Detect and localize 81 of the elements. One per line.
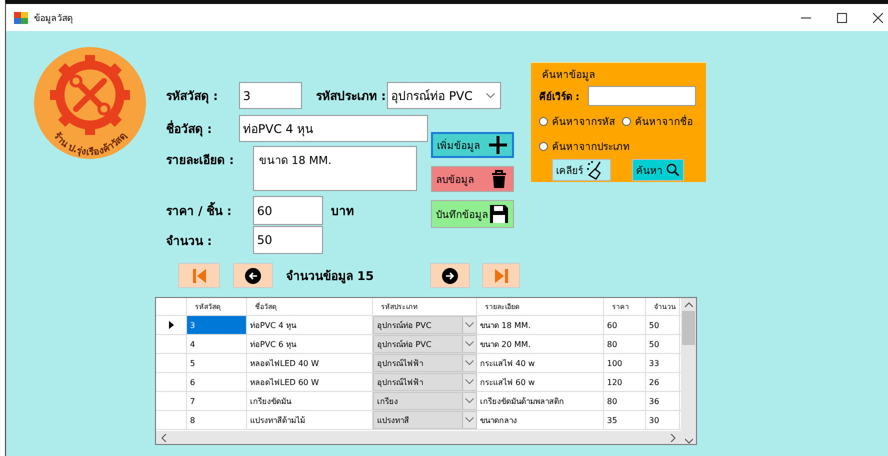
dropdown-cell[interactable]: แปรงทาสี [373, 411, 477, 429]
chevron-down-icon [465, 398, 474, 404]
field-label: คีย์เวิร์ด : [539, 90, 580, 104]
trash-icon [489, 169, 509, 189]
clear-button[interactable]: เคลียร์ [552, 159, 611, 181]
table-cell: 35 [604, 411, 646, 429]
input-field[interactable]: 50 [253, 226, 323, 254]
arrow-right-icon [442, 268, 458, 284]
arrow-left-icon [245, 268, 261, 284]
group-title: ค้นหาข้อมูล [541, 68, 596, 82]
close-icon[interactable] [873, 12, 883, 22]
table-cell: 80 [604, 335, 646, 353]
field-label: รายละเอียด : [166, 152, 235, 169]
table-cell: 100 [604, 354, 646, 372]
table-cell: ขนาด 20 MM. [477, 335, 604, 353]
chevron-down-icon [465, 341, 474, 347]
input-field[interactable]: 3 [239, 82, 302, 109]
add-button[interactable]: เพิ่มข้อมูล [431, 132, 514, 158]
chevron-down-icon [465, 417, 474, 423]
table-cell: 80 [604, 392, 646, 410]
table-cell: 60 [604, 316, 646, 334]
scroll-down-icon[interactable] [684, 438, 692, 444]
chevron-down-icon [465, 322, 474, 328]
chevron-down-icon [465, 379, 474, 385]
table-cell: 4 [187, 335, 247, 353]
plus-icon [488, 135, 508, 155]
table-cell: 5 [187, 354, 247, 372]
horizontal-scrollbar[interactable] [156, 431, 681, 444]
window-title: ข้อมูลวัสดุ [34, 12, 73, 24]
app-icon [14, 12, 28, 24]
table-cell: 50 [646, 316, 680, 334]
field-label: จำนวน : [166, 232, 213, 250]
table-cell: ขนาด 18 MM. [477, 316, 604, 334]
field-label: ชื่อวัสดุ : [166, 119, 213, 138]
input-field[interactable]: ขนาด 18 MM. [253, 146, 417, 191]
scrollbar-thumb[interactable] [682, 311, 695, 345]
first-record-icon [192, 268, 206, 282]
field-label: ราคา / ชิ้น : [166, 201, 253, 220]
radio-option[interactable]: ค้นหาจากชื่อ [622, 114, 693, 129]
input-field[interactable]: 60 [253, 196, 323, 225]
table-cell: 8 [187, 411, 247, 429]
delete-button[interactable]: ลบข้อมูล [431, 166, 514, 192]
next-button[interactable] [430, 263, 470, 288]
previous-button[interactable] [233, 263, 273, 288]
radio-option[interactable]: ค้นหาจากประเภท [539, 139, 630, 154]
table-cell: 50 [646, 335, 680, 353]
dropdown-cell[interactable]: อุปกรณ์ท่อ PVC [373, 316, 477, 334]
table-cell: 6 [187, 373, 247, 391]
chevron-down-icon [465, 360, 474, 366]
dropdown-cell[interactable]: เกรียง [373, 392, 477, 410]
table-cell: 36 [646, 392, 680, 410]
search-button[interactable]: ค้นหา [632, 159, 684, 181]
table-cell: กระแสไฟ 40 w [477, 354, 604, 372]
input-field[interactable]: ท่อPVC 4 หุน [239, 115, 428, 142]
unit-label: บาท [331, 203, 354, 220]
dropdown-cell[interactable]: อุปกรณ์ไฟฟ้า [373, 354, 477, 372]
table-cell: เกรียงขัดมันด้ามพลาสติก [477, 392, 604, 410]
vertical-scrollbar[interactable] [681, 298, 696, 444]
table-cell: 26 [646, 373, 680, 391]
table-cell: 30 [646, 411, 680, 429]
table-cell: 7 [187, 392, 247, 410]
save-button[interactable]: บันทึกข้อมูล [431, 200, 514, 228]
keyword-field[interactable] [588, 86, 696, 106]
table-cell: 120 [604, 373, 646, 391]
table-cell: ขนาดกลาง [477, 411, 604, 429]
scroll-up-icon[interactable] [684, 302, 692, 308]
scroll-right-icon[interactable] [670, 434, 676, 442]
table-cell: กระแสไฟ 60 w [477, 373, 604, 391]
radio-option[interactable]: ค้นหาจากรหัส [539, 114, 615, 129]
scroll-left-icon[interactable] [161, 434, 167, 442]
type-dropdown[interactable]: อุปกรณ์ท่อ PVC [387, 82, 501, 109]
dropdown-cell[interactable]: อุปกรณ์ไฟฟ้า [373, 373, 477, 391]
record-count: จำนวนข้อมูล 15 [286, 268, 375, 285]
last-record-icon [494, 268, 508, 282]
table-cell: 3 [187, 316, 247, 334]
chevron-down-icon [486, 92, 495, 98]
field-label: รหัสประเภท : [316, 88, 387, 105]
field-label: รหัสวัสดุ : [166, 88, 219, 105]
dropdown-cell[interactable]: อุปกรณ์ท่อ PVC [373, 335, 477, 353]
maximize-icon[interactable] [837, 12, 847, 22]
table-cell: 33 [646, 354, 680, 372]
